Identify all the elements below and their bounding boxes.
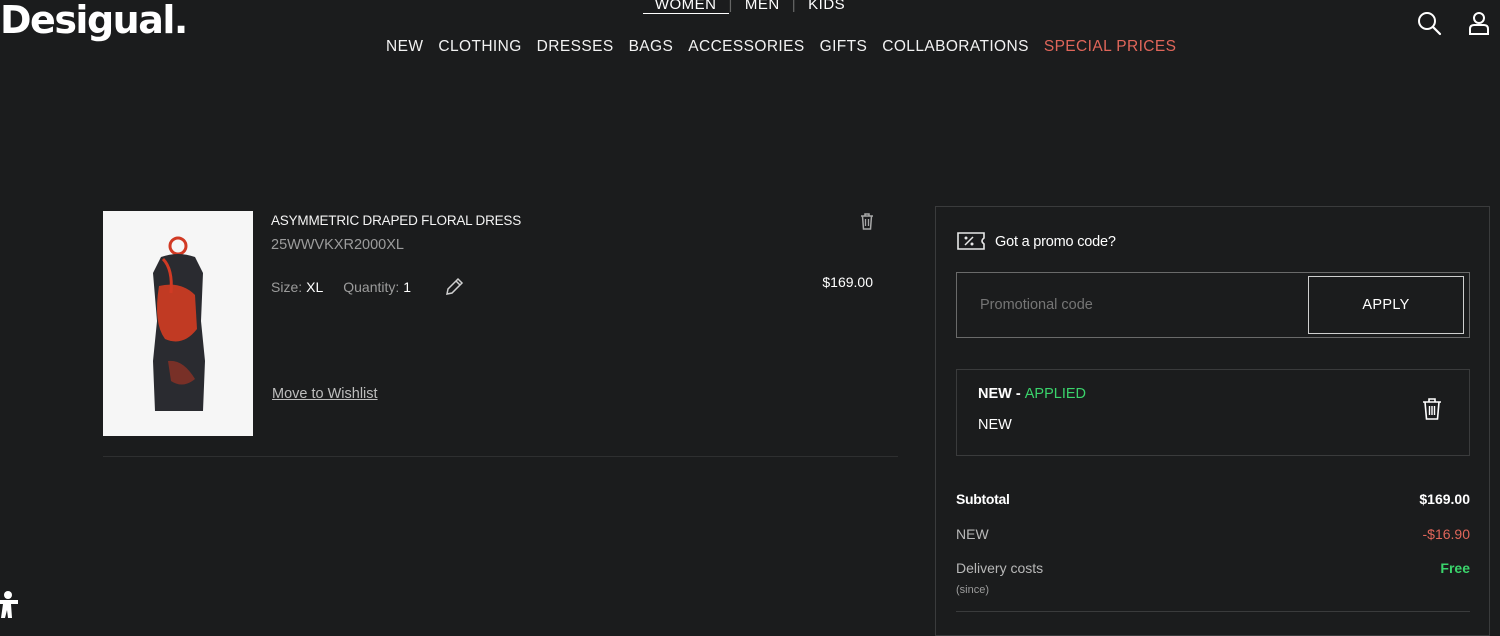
nav-item-dresses[interactable]: DRESSES [537, 38, 614, 56]
delivery-value: Free [1440, 560, 1470, 576]
gender-tab-women[interactable]: WOMEN [642, 0, 729, 14]
product-image[interactable] [103, 211, 253, 436]
applied-promo-description: NEW [978, 417, 1012, 433]
quantity-value: 1 [403, 279, 412, 295]
gender-tab-men[interactable]: MEN [733, 0, 792, 14]
user-icon[interactable] [1466, 10, 1492, 36]
accessibility-icon[interactable] [0, 590, 24, 618]
nav-item-accessories[interactable]: ACCESSORIES [688, 38, 804, 56]
applied-promo-card [956, 369, 1470, 456]
applied-promo-status: NEW - APPLIED [978, 386, 1086, 402]
dress-image [153, 236, 205, 411]
nav-item-collaborations[interactable]: COLLABORATIONS [882, 38, 1029, 56]
search-icon[interactable] [1416, 10, 1442, 36]
product-price: $169.00 [822, 274, 873, 290]
discount-value: -$16.90 [1422, 526, 1470, 542]
main-nav: NEW CLOTHING DRESSES BAGS ACCESSORIES GI… [386, 38, 1176, 56]
subtotal-label: Subtotal [956, 491, 1010, 507]
apply-button[interactable]: APPLY [1308, 276, 1464, 334]
product-options: Size: XL Quantity: 1 [271, 276, 465, 298]
divider [956, 611, 1470, 612]
edit-pencil-icon[interactable] [443, 276, 465, 298]
trash-icon[interactable] [858, 211, 876, 231]
applied-status-badge: APPLIED [1024, 386, 1086, 402]
nav-item-clothing[interactable]: CLOTHING [438, 38, 521, 56]
divider [103, 456, 898, 457]
gender-nav: WOMEN | MEN | KIDS [0, 0, 1500, 14]
applied-promo-separator: - [1011, 386, 1025, 402]
applied-promo-code: NEW [978, 386, 1012, 402]
nav-item-special-prices[interactable]: SPECIAL PRICES [1044, 38, 1177, 56]
delivery-note: (since) [956, 584, 990, 596]
product-name[interactable]: ASYMMETRIC DRAPED FLORAL DRESS [271, 213, 521, 228]
promo-code-input[interactable] [978, 296, 1302, 314]
delivery-label: Delivery costs [956, 560, 1044, 576]
size-value: XL [306, 279, 324, 295]
subtotal-value: $169.00 [1419, 491, 1470, 507]
discount-label: NEW [956, 526, 989, 542]
quantity-label: Quantity: [343, 279, 400, 295]
move-to-wishlist-link[interactable]: Move to Wishlist [272, 386, 378, 402]
product-reference: 25WWVKXR2000XL [271, 237, 404, 253]
gender-tab-kids[interactable]: KIDS [796, 0, 857, 14]
nav-item-new[interactable]: NEW [386, 38, 423, 56]
nav-item-gifts[interactable]: GIFTS [820, 38, 868, 56]
promo-code-heading: Got a promo code? [995, 234, 1116, 250]
nav-item-bags[interactable]: BAGS [629, 38, 674, 56]
remove-promo-trash-icon[interactable] [1421, 397, 1443, 421]
size-label: Size: [271, 279, 303, 295]
promo-ticket-icon [957, 232, 985, 250]
